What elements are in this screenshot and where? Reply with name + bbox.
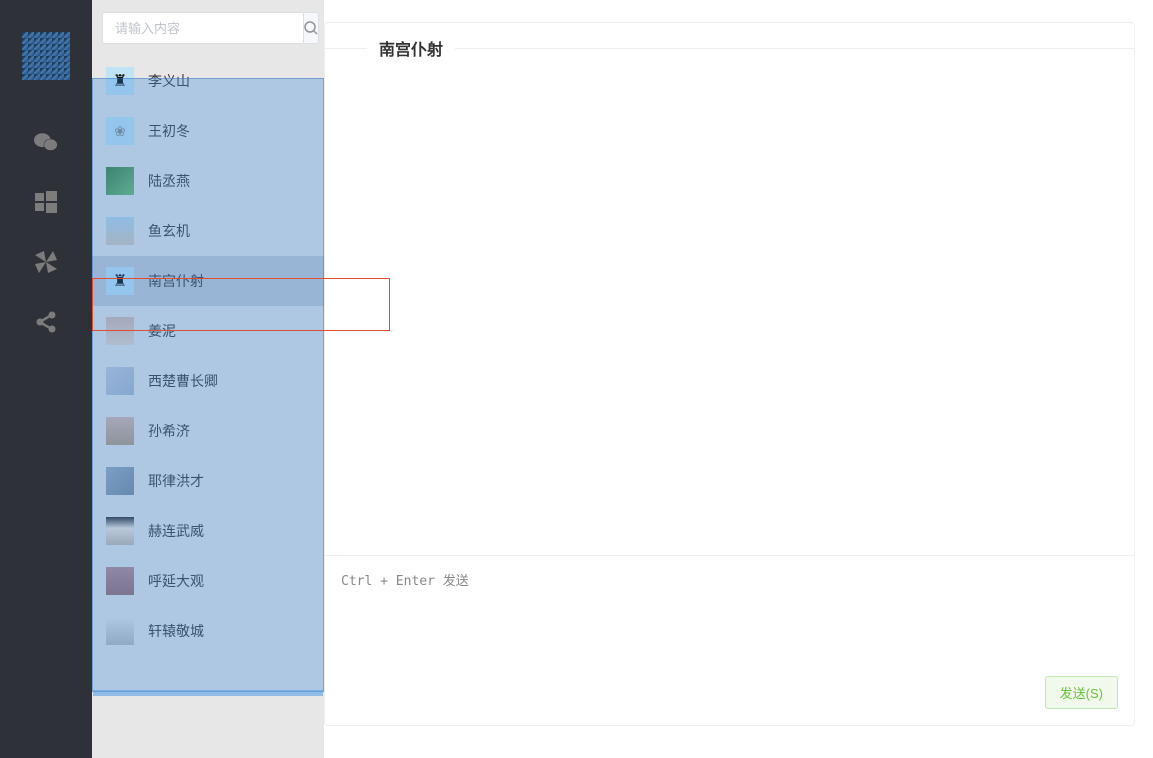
input-hint: Ctrl + Enter 发送 [341,570,1118,589]
chat-title: 南宫仆射 [367,36,455,60]
contact-name: 鱼玄机 [148,221,190,241]
contact-list: ♜ 李义山 ❀ 王初冬陆丞燕鱼玄机 ♜ 南宫仆射姜泥西楚曹长卿孙希济耶律洪才赫连武威呼延大… [92,56,324,758]
contact-avatar [106,167,134,195]
contact-avatar: ♜ [106,267,134,295]
pinwheel-icon[interactable] [34,250,58,274]
contact-item[interactable]: 轩辕敬城 [92,606,324,656]
chat-panel: 南宫仆射 Ctrl + Enter 发送 发送(S) [324,22,1135,726]
contact-avatar [106,317,134,345]
contact-item[interactable]: 陆丞燕 [92,156,324,206]
contact-name: 姜泥 [148,321,176,341]
contact-avatar [106,417,134,445]
app-root: ♜ 李义山 ❀ 王初冬陆丞燕鱼玄机 ♜ 南宫仆射姜泥西楚曹长卿孙希济耶律洪才赫连武威呼延大… [0,0,1153,758]
user-avatar[interactable] [22,32,70,80]
contact-avatar [106,217,134,245]
contact-item[interactable]: ❀ 王初冬 [92,106,324,156]
chat-header: 南宫仆射 [325,23,1134,73]
contact-item[interactable]: 赫连武威 [92,506,324,556]
contact-item[interactable]: 孙希济 [92,406,324,456]
contact-name: 呼延大观 [148,571,204,591]
share-icon[interactable] [34,310,58,334]
search-button[interactable] [303,12,319,44]
search-input[interactable] [102,12,303,44]
contact-avatar [106,617,134,645]
contact-avatar [106,367,134,395]
contact-name: 陆丞燕 [148,171,190,191]
contact-name: 李义山 [148,71,190,91]
contact-name: 西楚曹长卿 [148,371,218,391]
send-button[interactable]: 发送(S) [1045,676,1118,709]
nav-sidebar [0,0,92,758]
contact-item[interactable]: 西楚曹长卿 [92,356,324,406]
contact-item[interactable]: ♜ 南宫仆射 [92,256,324,306]
contact-name: 南宫仆射 [148,271,204,291]
contact-item[interactable]: 呼延大观 [92,556,324,606]
wechat-icon[interactable] [34,130,58,154]
contact-name: 耶律洪才 [148,471,204,491]
contact-item[interactable]: 姜泥 [92,306,324,356]
chat-input-area[interactable]: Ctrl + Enter 发送 发送(S) [325,555,1134,725]
chat-message-area [325,73,1134,555]
contact-avatar [106,517,134,545]
contact-name: 王初冬 [148,121,190,141]
contact-item[interactable]: 耶律洪才 [92,456,324,506]
search-bar [92,0,324,56]
windows-icon[interactable] [34,190,58,214]
contact-name: 轩辕敬城 [148,621,204,641]
contact-item[interactable]: ♜ 李义山 [92,56,324,106]
contact-avatar: ❀ [106,117,134,145]
contact-avatar [106,567,134,595]
contact-item[interactable]: 鱼玄机 [92,206,324,256]
contact-name: 赫连武威 [148,521,204,541]
contact-panel: ♜ 李义山 ❀ 王初冬陆丞燕鱼玄机 ♜ 南宫仆射姜泥西楚曹长卿孙希济耶律洪才赫连武威呼延大… [92,0,324,758]
contact-name: 孙希济 [148,421,190,441]
contact-avatar [106,467,134,495]
contact-avatar: ♜ [106,67,134,95]
